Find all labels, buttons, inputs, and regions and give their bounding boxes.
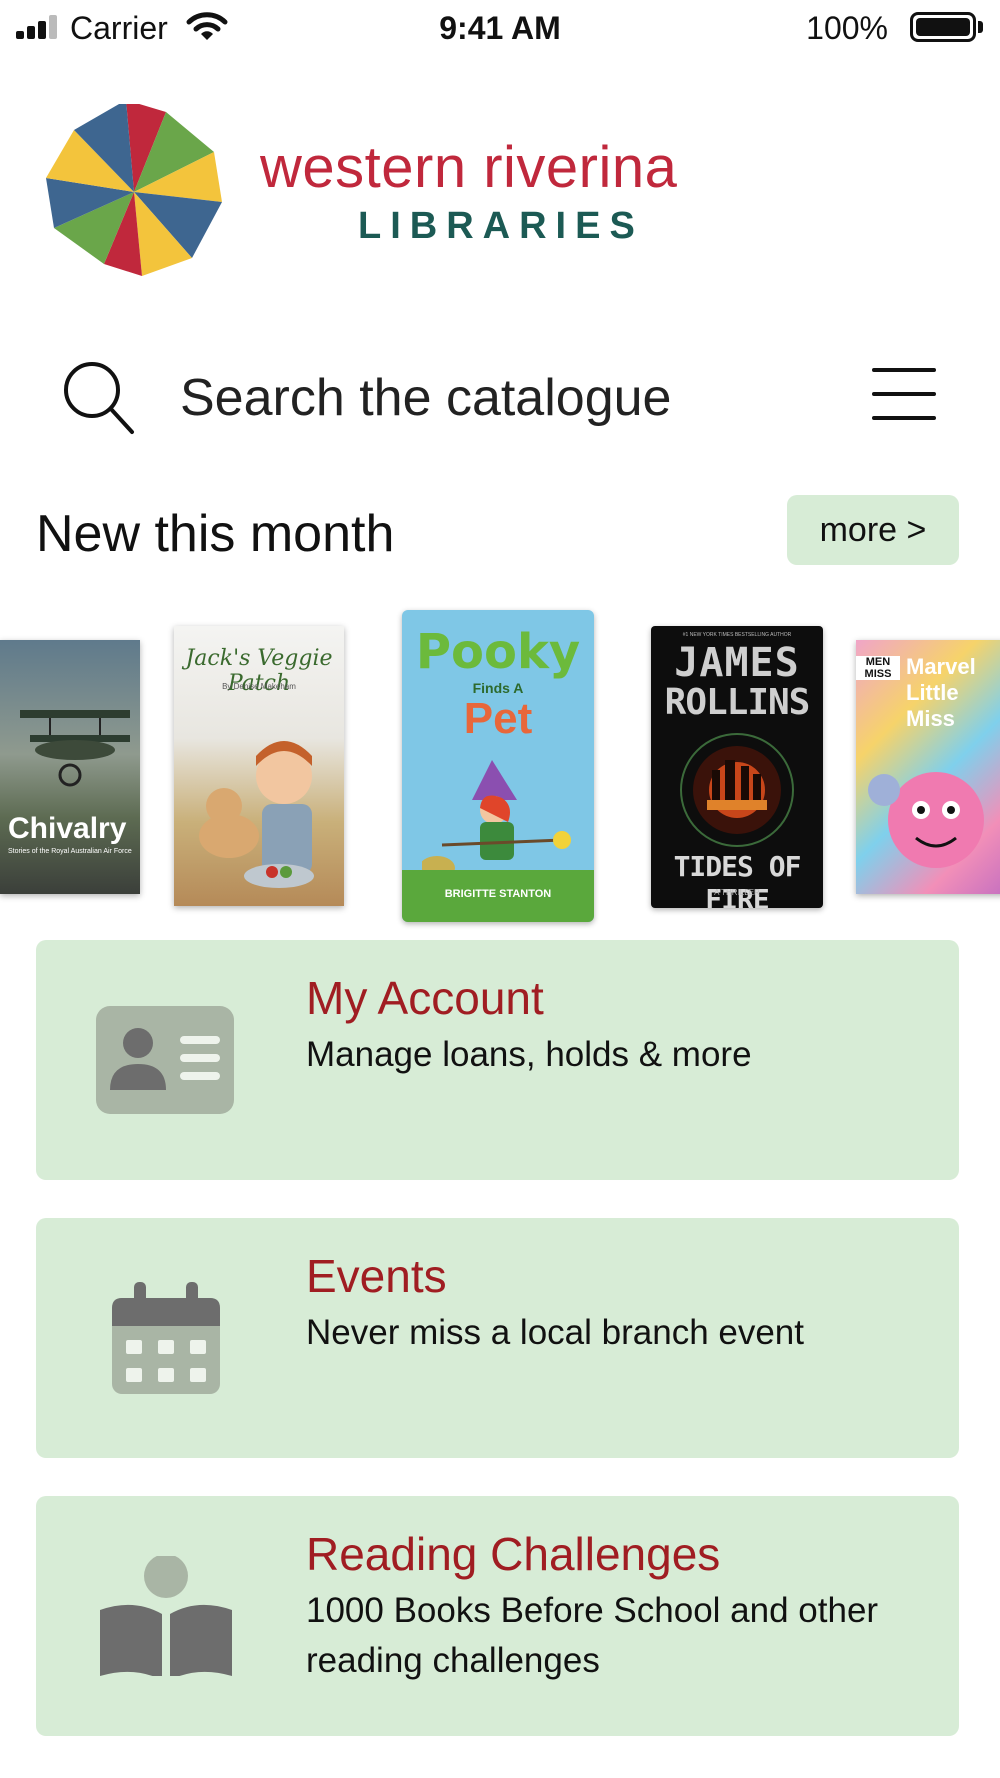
aircraft-illustration [20,710,130,787]
book-author-last: ROLLINS [664,682,811,723]
boy-and-dog-illustration [199,741,314,888]
book-cover-little-miss[interactable]: MEN MISS Marvel Little Miss [856,640,1000,894]
more-button[interactable]: more > [787,495,959,565]
search-icon[interactable] [58,356,138,436]
book-author-first: JAMES [674,640,800,686]
battery-percentage: 100% [806,10,888,46]
book-series: MEN MISS [856,656,900,680]
battery-tip [978,21,983,33]
card-title: My Account [306,972,544,1024]
book-carousel[interactable]: Chivalry Stories of the Royal Australian… [0,600,1000,930]
logo-wordmark: western riverina [260,135,678,200]
library-logo-mark [46,104,222,276]
account-card-icon [96,1006,234,1114]
card-description: 1000 Books Before School and other readi… [306,1591,879,1680]
hamburger-menu-icon[interactable] [872,366,936,422]
witch-illustration [422,760,571,880]
section-title: New this month [36,505,395,563]
little-miss-character-illustration [868,772,984,868]
book-title: Pooky [415,624,581,680]
book-title: Chivalry [8,812,127,845]
city-fire-illustration [680,733,794,847]
book-subtitle: Stories of the Royal Australian Air Forc… [8,848,132,855]
card-description: Never miss a local branch event [306,1313,804,1352]
book-tag: A THRILLER [714,888,760,897]
card-description: Manage loans, holds & more [306,1035,752,1074]
status-bar: Carrier 9:41 AM 100% [0,0,1000,56]
book-cover-jacks-veggie-patch[interactable]: Jack's Veggie Patch By Denise Makeham [174,626,344,906]
book-cover-pooky-finds-a-pet[interactable]: Pooky Finds A Pet BRIGITTE STANTON [402,610,594,922]
my-account-card[interactable]: My Account Manage loans, holds & more [36,940,959,1180]
book-top-tagline: #1 NEW YORK TIMES BESTSELLING AUTHOR [682,632,792,638]
book-author: BRIGITTE STANTON [444,888,552,900]
calendar-icon [112,1282,220,1394]
logo-subtitle: LIBRARIES [358,205,644,247]
search-input[interactable] [180,362,740,434]
card-title: Events [306,1250,447,1302]
book-title: TIDES OF FIRE [673,850,802,908]
battery-icon [910,12,976,42]
book-title-line3: Pet [463,694,533,743]
reading-challenges-card[interactable]: Reading Challenges 1000 Books Before Sch… [36,1496,959,1736]
card-title: Reading Challenges [306,1528,721,1580]
book-subtitle: By Denise Makeham [222,682,296,691]
events-card[interactable]: Events Never miss a local branch event [36,1218,959,1458]
book-cover-tides-of-fire[interactable]: #1 NEW YORK TIMES BESTSELLING AUTHOR JAM… [651,626,823,908]
reading-book-icon [100,1556,232,1676]
book-title: Marvel Little Miss [906,654,976,731]
book-cover-chivalry[interactable]: Chivalry Stories of the Royal Australian… [0,640,140,894]
search-bar [0,348,1000,448]
